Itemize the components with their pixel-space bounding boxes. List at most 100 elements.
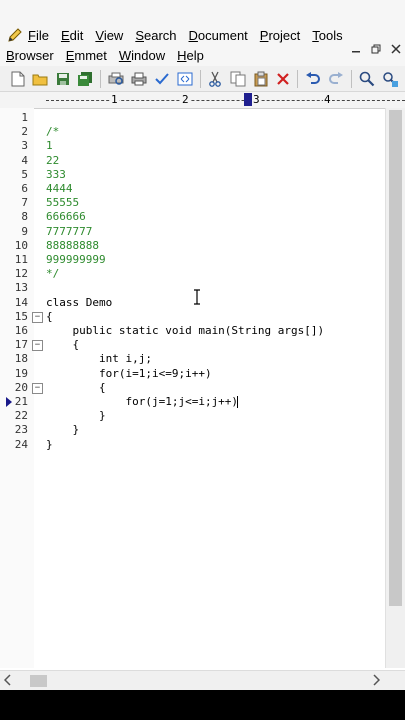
code-line[interactable]: 7777777 bbox=[46, 225, 92, 239]
code-line[interactable]: { bbox=[46, 338, 79, 352]
menu-search[interactable]: Search bbox=[135, 28, 176, 43]
cut-icon[interactable] bbox=[208, 71, 223, 87]
menu-browser[interactable]: Browser bbox=[6, 48, 54, 63]
code-line[interactable]: for(j=1;j<=i;j++) bbox=[46, 395, 239, 409]
scroll-right-icon[interactable] bbox=[372, 674, 381, 689]
line-number: 22 bbox=[14, 409, 28, 423]
line-number: 24 bbox=[14, 437, 28, 451]
menu-view[interactable]: View bbox=[95, 28, 123, 43]
scroll-left-icon[interactable] bbox=[3, 674, 12, 689]
code-line[interactable]: */ bbox=[46, 267, 59, 281]
menu-emmet[interactable]: Emmet bbox=[66, 48, 107, 63]
horizontal-scroll-thumb[interactable] bbox=[30, 675, 47, 687]
line-number: 20 bbox=[14, 380, 28, 394]
editor-window: File Edit View Search Document Project T… bbox=[0, 0, 405, 720]
toolbar-separator bbox=[351, 69, 352, 88]
code-line[interactable]: 22 bbox=[46, 154, 59, 168]
toolbar-separator bbox=[100, 69, 102, 88]
code-line[interactable]: 999999999 bbox=[46, 253, 106, 267]
line-number: 14 bbox=[14, 295, 28, 309]
line-number: 13 bbox=[14, 281, 28, 295]
code-line[interactable]: 666666 bbox=[46, 210, 86, 224]
find-icon[interactable] bbox=[359, 71, 375, 87]
ibeam-cursor-icon bbox=[194, 289, 200, 305]
column-ruler: 1 2 3 4 bbox=[0, 92, 405, 109]
horizontal-scrollbar[interactable] bbox=[0, 670, 405, 691]
delete-icon[interactable] bbox=[275, 71, 290, 87]
line-number: 3 bbox=[21, 139, 28, 153]
window-controls bbox=[351, 44, 401, 57]
code-line[interactable]: } bbox=[46, 423, 79, 437]
line-number: 4 bbox=[21, 153, 28, 167]
code-line[interactable]: 4444 bbox=[46, 182, 73, 196]
ruler-label: 3 bbox=[252, 93, 261, 106]
ruler-label: 1 bbox=[110, 93, 119, 106]
line-number: 17 bbox=[14, 338, 28, 352]
code-line[interactable]: 55555 bbox=[46, 196, 79, 210]
code-line[interactable]: class Demo bbox=[46, 296, 112, 310]
menu-bar: File Edit View Search Document Project T… bbox=[0, 0, 405, 66]
code-line[interactable]: } bbox=[46, 438, 53, 452]
line-number: 11 bbox=[14, 253, 28, 266]
line-number: 19 bbox=[14, 366, 28, 380]
new-file-icon[interactable] bbox=[10, 71, 25, 87]
line-number: 7 bbox=[21, 196, 28, 210]
line-number-gutter[interactable]: 1 2 3 4 5 6 7 8 9 10 11 12 13 14 15−16 17−18 19 20−21 22 23… bbox=[0, 108, 43, 668]
menu-file[interactable]: File bbox=[28, 28, 49, 43]
code-line[interactable]: 1 bbox=[46, 139, 53, 153]
ruler-dashes bbox=[46, 100, 405, 101]
menu-window[interactable]: Window bbox=[119, 48, 165, 63]
line-number: 2 bbox=[21, 125, 28, 139]
menu-row-2: Browser Emmet Window Help bbox=[0, 44, 216, 66]
menu-help[interactable]: Help bbox=[177, 48, 204, 63]
vertical-scroll-thumb[interactable] bbox=[389, 110, 402, 606]
line-number: 12 bbox=[14, 267, 28, 281]
code-line[interactable]: for(i=1;i<=9;i++) bbox=[46, 367, 212, 381]
menu-edit[interactable]: Edit bbox=[61, 28, 83, 43]
replace-icon[interactable] bbox=[382, 71, 398, 87]
code-editor[interactable]: /* 1 22 333 4444 55555 666666 7777777 88888888 99… bbox=[42, 108, 385, 668]
restore-icon[interactable] bbox=[371, 44, 381, 57]
menu-tools[interactable]: Tools bbox=[312, 28, 342, 43]
toolbar-separator bbox=[297, 69, 299, 88]
code-line[interactable]: 333 bbox=[46, 168, 66, 182]
line-number: 5 bbox=[21, 167, 28, 181]
code-line[interactable]: { bbox=[46, 381, 106, 395]
text-caret bbox=[237, 396, 239, 408]
line-number: 21 bbox=[14, 395, 28, 408]
menu-document[interactable]: Document bbox=[189, 28, 248, 43]
save-icon[interactable] bbox=[55, 71, 70, 87]
status-bar bbox=[0, 690, 405, 720]
line-number: 16 bbox=[14, 324, 28, 337]
code-line[interactable]: /* bbox=[46, 125, 59, 139]
vertical-scrollbar[interactable] bbox=[385, 108, 405, 668]
ruler-label: 2 bbox=[181, 93, 190, 106]
open-folder-icon[interactable] bbox=[32, 71, 48, 87]
redo-icon[interactable] bbox=[328, 71, 344, 87]
line-number: 9 bbox=[21, 224, 28, 238]
menu-project[interactable]: Project bbox=[260, 28, 300, 43]
code-line[interactable]: } bbox=[46, 409, 106, 423]
save-all-icon[interactable] bbox=[77, 71, 93, 87]
view-in-browser-icon[interactable] bbox=[177, 71, 193, 87]
print-icon[interactable] bbox=[131, 71, 147, 87]
line-number: 23 bbox=[14, 423, 28, 437]
code-line[interactable]: 88888888 bbox=[46, 239, 99, 253]
line-number: 1 bbox=[21, 111, 28, 124]
toolbar-separator bbox=[200, 69, 201, 88]
print-preview-icon[interactable] bbox=[108, 71, 124, 87]
pencil-icon bbox=[6, 26, 24, 44]
spellcheck-icon[interactable] bbox=[154, 71, 170, 87]
current-line-marker-icon bbox=[6, 397, 12, 407]
paste-icon[interactable] bbox=[253, 71, 268, 87]
copy-icon[interactable] bbox=[230, 71, 246, 87]
line-number: 15 bbox=[14, 309, 28, 323]
minimize-icon[interactable] bbox=[351, 44, 361, 57]
line-number: 18 bbox=[14, 352, 28, 366]
ruler-caret-marker bbox=[244, 93, 252, 106]
code-line[interactable]: { bbox=[46, 310, 53, 324]
code-line[interactable]: int i,j; bbox=[46, 352, 152, 366]
code-line[interactable]: public static void main(String args[]) bbox=[46, 324, 324, 338]
undo-icon[interactable] bbox=[305, 71, 321, 87]
close-icon[interactable] bbox=[391, 44, 401, 57]
